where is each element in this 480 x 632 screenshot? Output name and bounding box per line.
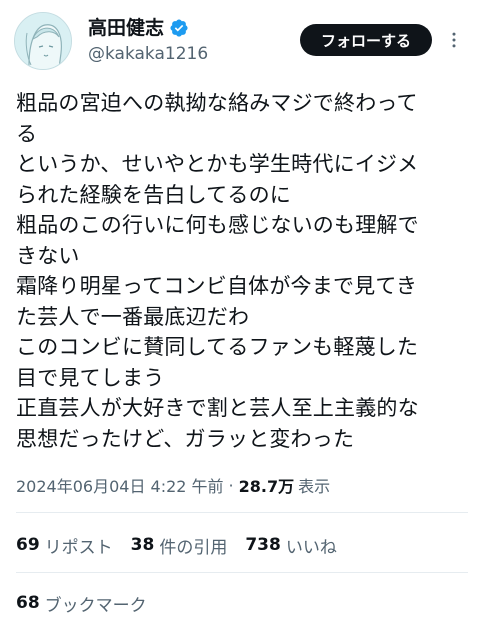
tweet-meta: 2024年06月04日 4:22 午前 · 28.7万 表示 <box>16 472 330 498</box>
display-name[interactable]: 高田健志 <box>88 16 164 40</box>
tweet-line: 目で見てしまう <box>16 365 165 390</box>
meta-separator: · <box>228 475 234 495</box>
follow-button[interactable]: フォローする <box>300 24 432 56</box>
tweet-line: というか、せいやとかも学生時代にイジメ <box>16 152 419 176</box>
bookmarks-label: ブックマーク <box>44 595 147 616</box>
bookmarks-count: 68 <box>16 593 40 613</box>
user-handle[interactable]: @kakaka1216 <box>88 43 208 65</box>
avatar[interactable] <box>14 12 72 70</box>
avatar-illustration-icon <box>15 13 71 69</box>
divider <box>16 572 468 573</box>
quotes-count: 38 <box>130 535 155 555</box>
tweet-line: 思想だったけど、ガラッと変わった <box>16 426 355 451</box>
quotes-stat[interactable]: 38 件の引用 <box>131 533 228 558</box>
views-label: 表示 <box>298 477 331 496</box>
tweet-line: られた経験を告白してるのに <box>16 182 291 207</box>
name-row: 高田健志 <box>88 16 189 40</box>
likes-stat[interactable]: 738 いいね <box>245 533 337 558</box>
bookmarks-stat[interactable]: 68 ブックマーク <box>16 590 147 616</box>
tweet-line: た芸人で一番最底辺だわ <box>16 304 250 329</box>
likes-count: 738 <box>245 535 281 555</box>
tweet-line: 粗品のこの行いに何も感じないのも理解で <box>16 213 419 237</box>
quotes-label: 件の引用 <box>159 537 228 558</box>
timestamp[interactable]: 2024年06月04日 4:22 午前 <box>16 473 224 497</box>
views-count: 28.7万 <box>238 477 295 496</box>
more-options-button[interactable] <box>440 26 468 54</box>
tweet-header: 高田健志 @kakaka1216 フォローする <box>0 0 480 80</box>
likes-label: いいね <box>285 537 337 558</box>
reposts-count: 69 <box>16 535 40 555</box>
engagement-stats: 69 リポスト 38 件の引用 738 いいね <box>16 532 355 558</box>
tweet-line: きない <box>16 243 80 268</box>
tweet-line: 正直芸人が大好きで割と芸人至上主義的な <box>16 396 419 420</box>
tweet-text: 粗品の宮迫への執拗な絡みマジで終わって る というか、せいやとかも学生時代にイジ… <box>16 88 468 454</box>
divider <box>16 512 468 513</box>
tweet-line: 霜降り明星ってコンビ自体が今まで見てき <box>16 274 418 298</box>
tweet-line: 粗品の宮迫への執拗な絡みマジで終わって <box>16 91 418 115</box>
more-options-icon <box>452 32 456 48</box>
tweet-line: このコンビに賛同してるファンも軽蔑した <box>16 335 419 359</box>
reposts-label: リポスト <box>44 537 113 558</box>
reposts-stat[interactable]: 69 リポスト <box>16 533 113 558</box>
verified-badge-icon <box>169 18 189 38</box>
tweet-line: る <box>16 121 38 146</box>
